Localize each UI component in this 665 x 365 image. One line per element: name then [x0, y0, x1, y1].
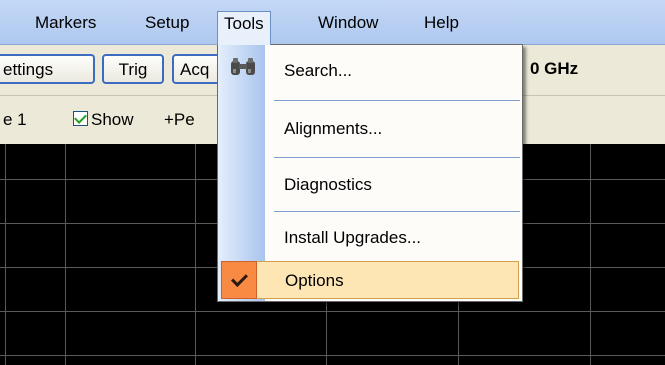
menu-separator — [274, 211, 520, 212]
trig-button[interactable]: Trig — [102, 54, 164, 84]
menu-markers[interactable]: Markers — [29, 11, 102, 35]
menu-setup[interactable]: Setup — [139, 11, 195, 35]
grid-line — [590, 144, 591, 365]
menu-help[interactable]: Help — [418, 11, 465, 35]
menu-bar: Markers Setup Tools Window Help — [0, 0, 665, 45]
menu-separator — [274, 100, 520, 101]
menu-item-alignments[interactable]: Alignments... — [266, 109, 520, 149]
show-label: Show — [91, 110, 134, 129]
peak-label: +Pe — [164, 110, 195, 129]
menu-separator — [274, 157, 520, 158]
menu-item-options[interactable]: Options — [221, 261, 519, 299]
binoculars-icon — [231, 58, 255, 75]
trace-label: e 1 — [3, 110, 27, 129]
settings-button[interactable]: ettings — [0, 54, 95, 84]
menu-item-search[interactable]: Search... — [266, 51, 520, 91]
frequency-readout: 0 GHz — [530, 59, 579, 78]
grid-line — [195, 144, 196, 365]
menu-item-diagnostics[interactable]: Diagnostics — [266, 165, 520, 205]
grid-line — [0, 355, 665, 356]
grid-line — [0, 311, 665, 312]
checkmark-icon — [221, 261, 257, 299]
menu-window[interactable]: Window — [312, 11, 384, 35]
show-checkbox[interactable] — [73, 111, 88, 126]
grid-line — [65, 144, 66, 365]
grid-line — [5, 144, 6, 365]
tools-menu: Search... Alignments... Diagnostics Inst… — [217, 44, 523, 302]
menu-tools[interactable]: Tools — [217, 11, 271, 45]
menu-item-install-upgrades[interactable]: Install Upgrades... — [266, 218, 520, 258]
